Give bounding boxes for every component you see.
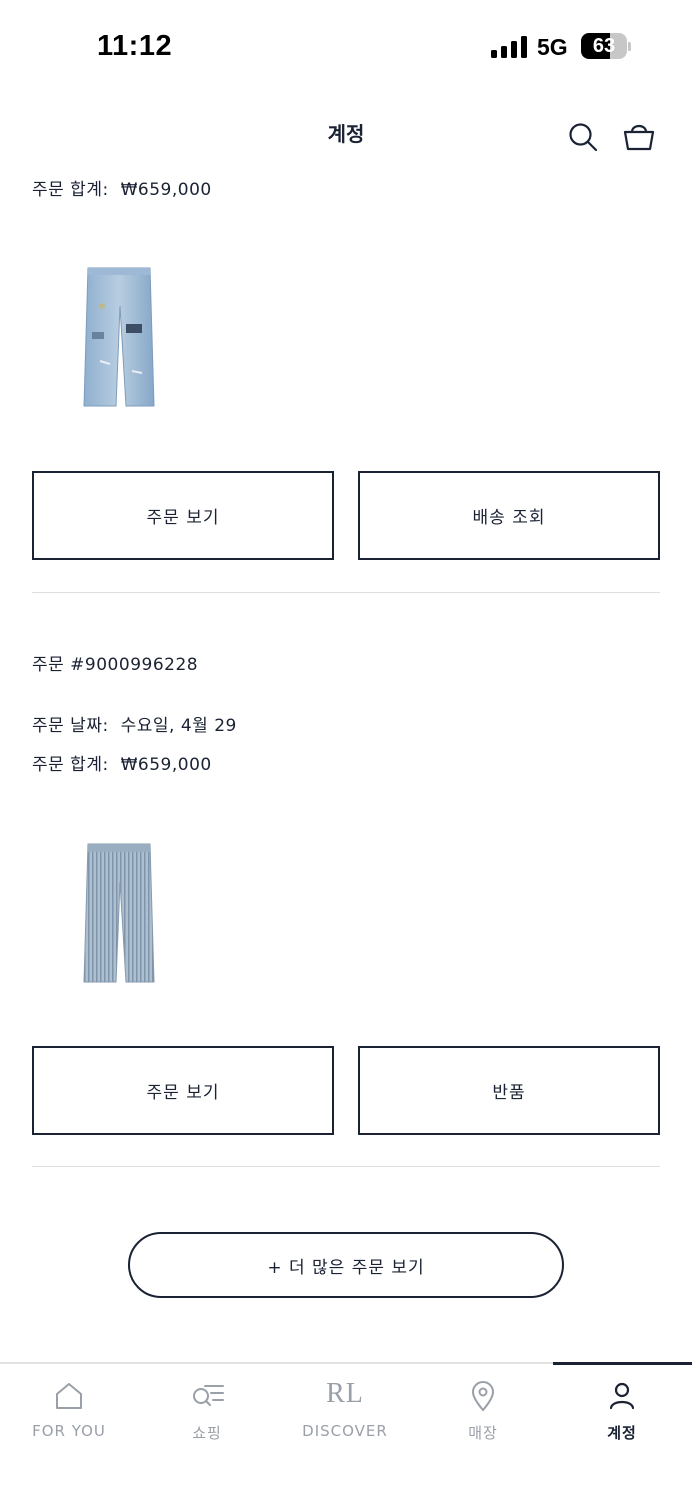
battery-cap: [628, 42, 631, 51]
product-image-trousers[interactable]: [80, 840, 158, 986]
home-icon: [53, 1380, 85, 1412]
order-total-value: ₩659,000: [120, 180, 212, 200]
tab-label: 쇼핑: [192, 1424, 222, 1442]
network-type: 5G: [537, 34, 568, 60]
divider: [32, 592, 660, 593]
tab-shop[interactable]: 쇼핑: [138, 1364, 276, 1464]
status-bar: 11:12 5G 63: [0, 0, 692, 95]
order-number: 주문 #9000996228: [32, 655, 199, 675]
tab-discover[interactable]: RL DISCOVER: [276, 1364, 414, 1464]
rl-logo: RL: [326, 1378, 364, 1409]
battery-icon: 63: [581, 33, 627, 59]
product-image-jeans[interactable]: [80, 266, 158, 410]
shop-search-icon: [191, 1380, 224, 1412]
order-total: 주문 합계: ₩659,000: [32, 750, 212, 775]
tab-account[interactable]: 계정: [553, 1364, 691, 1464]
shopping-bag-icon[interactable]: [622, 119, 655, 151]
person-icon: [606, 1380, 638, 1412]
order-total: 주문 합계: ₩659,000: [32, 175, 212, 200]
battery-level: 63: [592, 35, 616, 57]
tab-for-you[interactable]: FOR YOU: [0, 1364, 138, 1464]
order-date-label: 주문 날짜:: [32, 716, 109, 736]
status-time: 11:12: [97, 30, 173, 62]
tab-label: 매장: [468, 1424, 498, 1442]
view-order-button[interactable]: 주문 보기: [32, 1046, 334, 1135]
tab-label: FOR YOU: [32, 1422, 106, 1440]
more-orders-button[interactable]: + 더 많은 주문 보기: [128, 1232, 564, 1298]
return-button[interactable]: 반품: [358, 1046, 660, 1135]
signal-icon: [491, 36, 527, 58]
divider: [32, 1166, 660, 1167]
order-date: 주문 날짜: 수요일, 4월 29: [32, 711, 237, 736]
location-pin-icon: [467, 1380, 499, 1412]
tab-label: 계정: [607, 1424, 637, 1442]
view-order-button[interactable]: 주문 보기: [32, 471, 334, 560]
tab-bar: FOR YOU 쇼핑 RL DISCOVER 매장 계정: [0, 1362, 692, 1500]
order-total-value: ₩659,000: [120, 755, 212, 775]
track-shipment-button[interactable]: 배송 조회: [358, 471, 660, 560]
order-total-label: 주문 합계:: [32, 755, 109, 775]
tab-stores[interactable]: 매장: [414, 1364, 552, 1464]
tab-label: DISCOVER: [302, 1422, 388, 1440]
order-total-label: 주문 합계:: [32, 180, 109, 200]
search-icon[interactable]: [567, 121, 599, 153]
order-date-value: 수요일, 4월 29: [120, 716, 237, 736]
